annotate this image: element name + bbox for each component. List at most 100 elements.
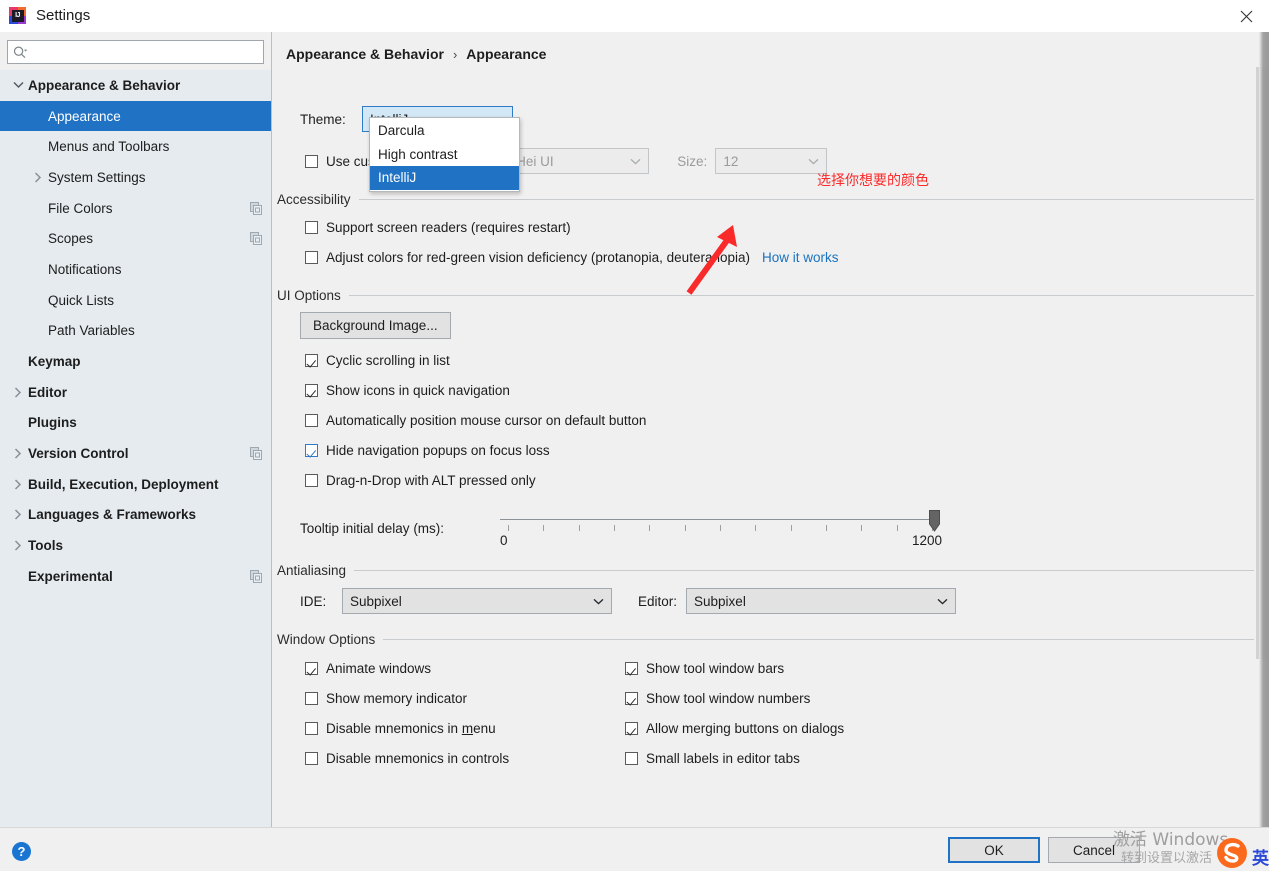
editor-antialiasing-combobox[interactable]: Subpixel	[686, 588, 957, 614]
auto-position-cursor-checkbox[interactable]: Automatically position mouse cursor on d…	[305, 405, 1269, 435]
sidebar-item-label: Appearance	[48, 108, 121, 124]
window-titlebar: IJ Settings	[0, 0, 1269, 32]
chevron-right-icon[interactable]	[8, 387, 28, 398]
sidebar-item-languages-frameworks[interactable]: Languages & Frameworks	[0, 500, 271, 531]
ime-mode-indicator[interactable]: 英	[1252, 844, 1269, 869]
slider-tick	[896, 525, 898, 531]
adjust-colors-checkbox[interactable]: Adjust colors for red-green vision defic…	[305, 242, 1269, 272]
show-tool-window-bars-label: Show tool window bars	[646, 660, 785, 676]
theme-option-high-contrast[interactable]: High contrast	[370, 143, 519, 167]
sidebar-item-appearance-behavior[interactable]: Appearance & Behavior	[0, 70, 271, 101]
sidebar-item-version-control[interactable]: Version Control	[0, 438, 271, 469]
sidebar-item-label: Editor	[28, 384, 67, 400]
search-field[interactable]	[7, 40, 264, 64]
checkbox-box	[305, 154, 318, 168]
sidebar-item-experimental[interactable]: Experimental	[0, 561, 271, 592]
ui-options-checkbox-list: Cyclic scrolling in list Show icons in q…	[305, 345, 1269, 495]
sidebar-item-label: Scopes	[48, 231, 94, 247]
chevron-down-icon	[804, 158, 822, 165]
show-tool-window-numbers-checkbox[interactable]: Show tool window numbers	[625, 683, 844, 713]
slider-tick	[755, 525, 757, 531]
theme-option-intellij[interactable]: IntelliJ	[370, 166, 519, 190]
sidebar-item-notifications[interactable]: Notifications	[0, 254, 271, 285]
sidebar-item-path-variables[interactable]: Path Variables	[0, 316, 271, 347]
tooltip-delay-label: Tooltip initial delay (ms):	[300, 520, 445, 536]
theme-dropdown-popup[interactable]: Darcula High contrast IntelliJ	[369, 117, 520, 192]
chevron-right-icon[interactable]	[8, 540, 28, 551]
cancel-button[interactable]: Cancel	[1048, 837, 1140, 863]
animate-windows-checkbox[interactable]: Animate windows	[305, 653, 625, 683]
tooltip-delay-slider[interactable]: 0 1200	[500, 507, 945, 549]
ok-button[interactable]: OK	[948, 837, 1040, 863]
allow-merging-buttons-label: Allow merging buttons on dialogs	[646, 720, 845, 736]
show-tool-window-bars-checkbox[interactable]: Show tool window bars	[625, 653, 844, 683]
slider-tick	[720, 525, 721, 531]
checkbox-box	[305, 473, 318, 487]
section-title: Window Options	[277, 632, 376, 647]
animate-windows-label: Animate windows	[326, 660, 432, 676]
hide-nav-popups-checkbox[interactable]: Hide navigation popups on focus loss	[305, 435, 1269, 465]
window-title: Settings	[36, 7, 91, 24]
theme-option-darcula[interactable]: Darcula	[370, 119, 519, 143]
window-right-edge	[1259, 32, 1269, 827]
checkbox-box	[625, 661, 638, 675]
chevron-right-icon[interactable]	[8, 448, 28, 459]
show-memory-indicator-checkbox[interactable]: Show memory indicator	[305, 683, 625, 713]
chevron-right-icon[interactable]	[8, 509, 28, 520]
breadcrumb-parent[interactable]: Appearance & Behavior	[286, 46, 444, 62]
sidebar-item-scopes[interactable]: Scopes	[0, 223, 271, 254]
background-image-button[interactable]: Background Image...	[300, 312, 451, 339]
window-options-right-column: Show tool window bars Show tool window n…	[625, 653, 844, 773]
search-input[interactable]	[31, 44, 263, 60]
small-labels-editor-tabs-checkbox[interactable]: Small labels in editor tabs	[625, 743, 844, 773]
window-options-left-column: Animate windows Show memory indicator Di…	[305, 653, 625, 773]
sidebar-item-editor[interactable]: Editor	[0, 377, 271, 408]
sidebar-item-build-execution-deployment[interactable]: Build, Execution, Deployment	[0, 469, 271, 500]
editor-antialiasing-value: Subpixel	[694, 593, 746, 609]
checkbox-box	[305, 443, 318, 457]
sidebar-item-appearance[interactable]: Appearance	[0, 100, 271, 132]
project-settings-icon	[250, 447, 263, 461]
checkbox-box	[305, 751, 318, 765]
sidebar-item-quick-lists[interactable]: Quick Lists	[0, 285, 271, 316]
chevron-right-icon[interactable]	[28, 172, 48, 183]
antialiasing-row: IDE: Subpixel Editor: Subpixel	[300, 588, 1269, 614]
sidebar-item-label: Path Variables	[48, 323, 135, 339]
sidebar-item-label: Tools	[28, 538, 63, 554]
sidebar-item-tools[interactable]: Tools	[0, 530, 271, 561]
ui-options-content: Background Image... Cyclic scrolling in …	[300, 312, 1269, 549]
slider-thumb[interactable]	[929, 510, 940, 532]
font-size-combobox-value: 12	[723, 153, 739, 169]
chevron-down-icon	[626, 158, 644, 165]
sogou-ime-icon[interactable]	[1215, 836, 1249, 870]
sidebar-item-plugins[interactable]: Plugins	[0, 408, 271, 439]
font-size-combobox[interactable]: 12	[715, 148, 828, 174]
how-it-works-link[interactable]: How it works	[762, 250, 839, 265]
disable-mnemonics-controls-checkbox[interactable]: Disable mnemonics in controls	[305, 743, 625, 773]
sidebar-item-menus-and-toolbars[interactable]: Menus and Toolbars	[0, 131, 271, 162]
drag-n-drop-alt-checkbox[interactable]: Drag-n-Drop with ALT pressed only	[305, 465, 1269, 495]
allow-merging-buttons-checkbox[interactable]: Allow merging buttons on dialogs	[625, 713, 844, 743]
close-icon[interactable]	[1223, 0, 1269, 32]
sidebar-item-label: Keymap	[28, 354, 81, 370]
cyclic-scrolling-checkbox[interactable]: Cyclic scrolling in list	[305, 345, 1269, 375]
show-icons-quick-nav-checkbox[interactable]: Show icons in quick navigation	[305, 375, 1269, 405]
sidebar-item-keymap[interactable]: Keymap	[0, 346, 271, 377]
support-screen-readers-checkbox[interactable]: Support screen readers (requires restart…	[305, 212, 1269, 242]
editor-antialiasing-label: Editor:	[638, 593, 678, 609]
sidebar-item-system-settings[interactable]: System Settings	[0, 162, 271, 193]
chevron-down-icon[interactable]	[8, 81, 28, 89]
disable-mnemonics-menu-checkbox[interactable]: Disable mnemonics in menu	[305, 713, 625, 743]
checkbox-box	[625, 751, 638, 765]
checkbox-box	[305, 250, 318, 264]
chevron-right-icon[interactable]	[8, 479, 28, 490]
ide-antialiasing-combobox[interactable]: Subpixel	[342, 588, 612, 614]
help-question-icon[interactable]: ?	[12, 842, 31, 861]
breadcrumb-separator-icon: ›	[452, 46, 458, 62]
checkbox-box	[305, 721, 318, 735]
breadcrumb: Appearance & Behavior › Appearance	[272, 32, 1269, 62]
checkbox-box	[625, 691, 638, 705]
sidebar-item-file-colors[interactable]: File Colors	[0, 193, 271, 224]
sidebar-item-label: Build, Execution, Deployment	[28, 476, 219, 492]
section-antialiasing: Antialiasing	[277, 563, 1269, 578]
